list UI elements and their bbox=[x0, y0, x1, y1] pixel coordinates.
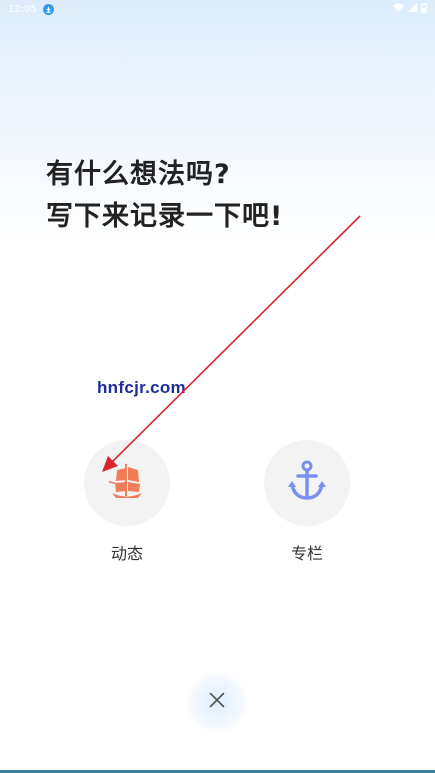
headline-line-2: 写下来记录一下吧! bbox=[46, 201, 284, 232]
post-dynamic-button[interactable] bbox=[84, 440, 170, 526]
page-title: 有什么想法吗? 写下来记录一下吧! bbox=[46, 154, 386, 238]
headline-line-1: 有什么想法吗? bbox=[46, 159, 231, 190]
post-dynamic-option[interactable]: 动态 bbox=[77, 440, 177, 564]
watermark-text: hnfcjr.com bbox=[97, 378, 186, 397]
post-dynamic-label: 动态 bbox=[110, 544, 143, 563]
status-right bbox=[393, 2, 427, 16]
anchor-icon bbox=[287, 460, 327, 506]
annotation-arrow-icon bbox=[102, 215, 361, 472]
post-column-button[interactable] bbox=[264, 440, 350, 526]
status-bar: 12:05 bbox=[0, 0, 435, 18]
wifi-icon bbox=[393, 3, 404, 15]
sailboat-icon bbox=[106, 460, 148, 506]
close-icon bbox=[209, 692, 225, 712]
battery-icon bbox=[421, 2, 427, 16]
status-time: 12:05 bbox=[8, 3, 37, 15]
post-column-label: 专栏 bbox=[290, 544, 323, 563]
status-left: 12:05 bbox=[8, 3, 54, 15]
close-button[interactable] bbox=[186, 671, 248, 733]
signal-icon bbox=[408, 3, 417, 15]
download-icon bbox=[42, 3, 54, 15]
post-column-option[interactable]: 专栏 bbox=[257, 440, 357, 564]
